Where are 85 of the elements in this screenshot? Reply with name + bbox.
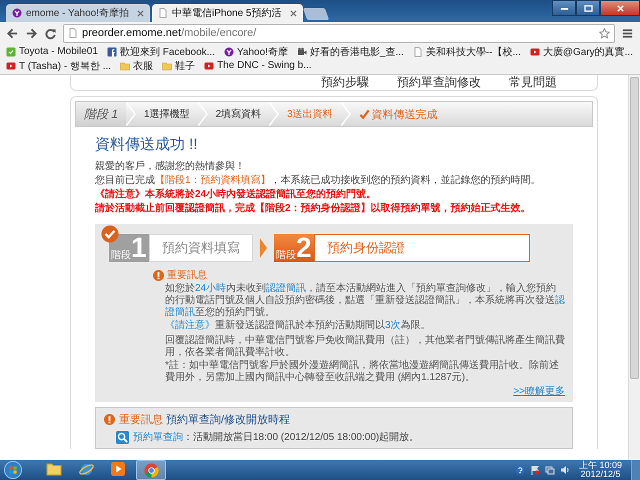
step-label: 資料傳送完成 bbox=[372, 108, 438, 122]
search-icon bbox=[116, 430, 129, 444]
bookmark[interactable]: 好看的香港电影_查... bbox=[296, 45, 404, 58]
document-icon bbox=[412, 46, 423, 56]
start-button[interactable] bbox=[4, 461, 22, 479]
bookmark[interactable]: The DNC - Swing b... bbox=[204, 59, 312, 72]
site-logo-icon bbox=[224, 46, 234, 56]
message-text: 請於活動截止前回覆認證簡訊，完成【階段2：預約身份認證】以取得預約單號，預約始正式生效。 bbox=[95, 202, 532, 216]
stage-badge: 階段1 bbox=[109, 234, 149, 262]
site-logo-icon bbox=[6, 46, 16, 56]
browser-tab[interactable]: emome - Yahoo!奇摩拍 bbox=[6, 4, 150, 22]
site-logo-icon bbox=[106, 46, 117, 56]
step-separator bbox=[126, 102, 136, 126]
scrollbar[interactable] bbox=[628, 75, 640, 460]
minimize-icon bbox=[560, 5, 568, 11]
nav-link[interactable]: 預約單查詢修改 bbox=[397, 75, 481, 91]
stage-title: 預約資料填寫 bbox=[149, 234, 253, 262]
stage-label: 階段 1 bbox=[76, 102, 126, 126]
message-text: 親愛的客戶，感謝您的熱情參與！ bbox=[95, 160, 246, 174]
play-icon bbox=[204, 60, 214, 70]
close-icon[interactable] bbox=[290, 10, 296, 16]
bookmark[interactable]: 衣服 bbox=[120, 59, 154, 72]
alert-icon bbox=[153, 270, 164, 280]
alert-icon bbox=[104, 414, 115, 425]
globe-icon bbox=[78, 462, 94, 476]
page-heading: 資料傳送成功 !! bbox=[95, 135, 199, 154]
check-icon bbox=[358, 108, 370, 120]
bookmark[interactable]: Yahoo!奇摩 bbox=[224, 45, 288, 58]
notice-heading: 重要訊息 bbox=[167, 268, 207, 282]
notice-text: 回覆認證簡訊時，中華電信門號客戶免收簡訊費用（註），其他業者門號傳訊將產生簡訊費用，依各業者簡訊費率計收。 bbox=[165, 335, 565, 359]
play-icon bbox=[530, 46, 540, 56]
bookmark[interactable]: 鞋子 bbox=[162, 59, 196, 72]
step-label: 1選擇機型 bbox=[143, 108, 191, 121]
message-text: 《請注意》本系統將於24小時內發送認證簡訊至您的預約門號。 bbox=[95, 188, 378, 202]
bookmark[interactable]: 歡迎來到 Facebook... bbox=[106, 45, 215, 58]
nav-link[interactable]: 常見問題 bbox=[509, 75, 557, 91]
clock-date: 2012/12/5 bbox=[580, 470, 620, 479]
folder-icon bbox=[120, 60, 130, 70]
maximize-icon bbox=[584, 4, 592, 12]
browser-tab[interactable]: 中華電信iPhone 5預約活 bbox=[152, 4, 302, 22]
bookmark[interactable]: T (Tasha) - 행복한 ... bbox=[6, 59, 112, 72]
folder-icon bbox=[46, 462, 62, 476]
flag-icon[interactable] bbox=[530, 465, 540, 475]
document-icon bbox=[68, 28, 78, 38]
step-separator bbox=[269, 102, 280, 126]
minimize-button[interactable] bbox=[552, 0, 576, 16]
close-icon[interactable] bbox=[137, 10, 144, 16]
bookmark[interactable]: 美和科技大學--【校... bbox=[412, 45, 521, 58]
play-icon bbox=[111, 462, 125, 476]
maximize-button[interactable] bbox=[576, 0, 600, 16]
close-button[interactable] bbox=[600, 0, 640, 16]
stage-title: 預約身份認證 bbox=[314, 234, 530, 262]
bookmark[interactable]: Toyota - Mobile01 bbox=[6, 45, 98, 58]
message-text: 您目前已完成【階段1：預約資料填寫】，本系統已成功接收到您的預約資料，並記錄您的預約時間。 bbox=[95, 174, 542, 188]
notice-text: 如您於24小時內未收到認證簡訊，請至本活動網站進入「預約單查詢修改」，輸入您預約的行動電話門號及個人自設預約密碼後，點選「重新發送認證簡訊」，本系統將再次發送認證簡訊至您的預約門號。 bbox=[165, 283, 565, 319]
new-tab-button[interactable] bbox=[302, 8, 329, 20]
step-separator bbox=[340, 102, 351, 126]
clock-time: 上午 10:09 bbox=[578, 461, 622, 470]
browser-icon bbox=[144, 462, 158, 478]
schedule-text: 預約單查詢：活動開放當日18:00 (2012/12/05 18:00:00)起開放。 bbox=[133, 430, 420, 444]
bookmark[interactable]: 大廣@Gary的真實... bbox=[530, 45, 633, 58]
play-icon bbox=[6, 60, 16, 70]
forward-icon[interactable] bbox=[25, 26, 38, 40]
address-bar[interactable]: preorder.emome.net/mobile/encore/ bbox=[63, 24, 615, 42]
star-icon[interactable] bbox=[599, 28, 610, 38]
step-label: 2填寫資料 bbox=[214, 108, 262, 121]
film-icon bbox=[296, 46, 307, 56]
back-icon[interactable] bbox=[6, 26, 19, 40]
schedule-heading: 重要訊息 預約單查詢/修改開放時程 bbox=[119, 413, 290, 427]
arrow-icon bbox=[259, 237, 268, 259]
site-logo-icon bbox=[12, 8, 22, 18]
reload-icon[interactable] bbox=[44, 26, 57, 40]
step-separator bbox=[198, 102, 208, 126]
network-icon[interactable] bbox=[544, 465, 555, 475]
notice-text: 《請注意》重新發送認證簡訊於本預約活動期間以3次為限。 bbox=[165, 320, 432, 332]
menu-icon[interactable] bbox=[621, 26, 634, 40]
stage-badge: 階段2 bbox=[274, 234, 314, 262]
folder-icon bbox=[162, 60, 172, 70]
notice-text: *註：如中華電信門號客戶於國外漫遊網簡訊，將依當地漫遊網簡訊傳送費用計收。除前述費用外，另需加上國內簡訊中心轉發至收訊端之費用 (網內1.1287元)。 bbox=[165, 360, 560, 384]
document-icon bbox=[158, 8, 168, 18]
speaker-icon[interactable] bbox=[560, 465, 570, 475]
step-label: 3送出資料 bbox=[286, 108, 334, 121]
help-icon[interactable] bbox=[514, 465, 525, 475]
nav-link[interactable]: 預約步驟 bbox=[321, 75, 369, 91]
close-icon bbox=[616, 4, 624, 12]
